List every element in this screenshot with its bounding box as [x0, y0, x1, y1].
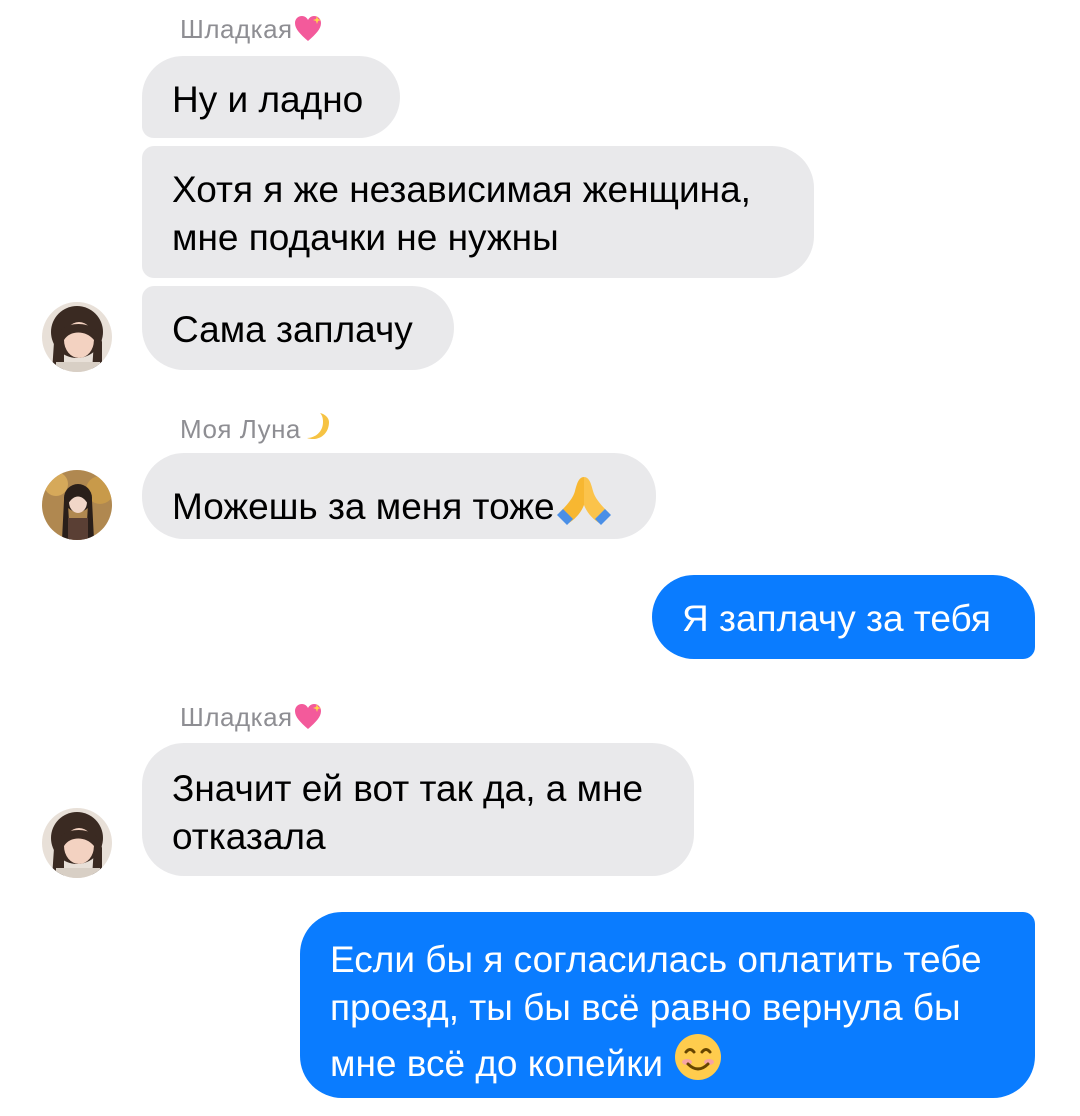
message-bubble-outgoing[interactable]: Я заплачу за тебя — [652, 575, 1035, 659]
message-bubble-incoming[interactable]: Хотя я же независимая женщина, мне подач… — [142, 146, 814, 278]
avatar[interactable] — [42, 808, 112, 878]
sender-name: Моя Луна — [180, 412, 333, 451]
chat-screen: { "colors": { "incoming_bubble": "#e9e9e… — [0, 0, 1080, 1116]
smiling-face-icon — [673, 1032, 723, 1094]
sender-name-text: Моя Луна — [180, 414, 301, 444]
message-bubble-outgoing[interactable]: Если бы я согласилась оплатить тебе прое… — [300, 912, 1035, 1098]
message-bubble-incoming[interactable]: Значит ей вот так да, а мне отказала — [142, 743, 694, 876]
message-text-line: мне всё до копейки — [330, 1032, 1005, 1094]
folded-hands-icon — [555, 473, 613, 537]
message-text-line: Значит ей вот так да, а мне — [172, 768, 644, 809]
message-bubble-incoming[interactable]: Ну и ладно — [142, 56, 400, 138]
message-text: Я заплачу за тебя — [682, 598, 991, 639]
crescent-moon-icon — [301, 412, 333, 451]
sparkling-heart-icon — [293, 14, 323, 51]
sender-name: Шладкая — [180, 702, 323, 739]
avatar[interactable] — [42, 302, 112, 372]
message-text: Можешь за меня тоже — [172, 486, 555, 527]
message-bubble-incoming[interactable]: Можешь за меня тоже — [142, 453, 656, 539]
sender-name: Шладкая — [180, 14, 323, 51]
message-text-line: отказала — [172, 816, 326, 857]
avatar[interactable] — [42, 470, 112, 540]
message-bubble-incoming[interactable]: Сама заплачу — [142, 286, 454, 370]
message-text-line-content: мне всё до копейки — [330, 1043, 664, 1084]
message-text-line: мне подачки не нужны — [172, 217, 559, 258]
message-text: Сама заплачу — [172, 309, 413, 350]
message-text-line: Если бы я согласилась оплатить тебе — [330, 939, 982, 980]
sender-name-text: Шладкая — [180, 14, 293, 44]
sender-name-text: Шладкая — [180, 702, 293, 732]
message-text-line: проезд, ты бы всё равно вернула бы — [330, 987, 961, 1028]
sparkling-heart-icon — [293, 702, 323, 739]
message-text: Ну и ладно — [172, 79, 364, 120]
message-text-line: Хотя я же независимая женщина, — [172, 169, 751, 210]
